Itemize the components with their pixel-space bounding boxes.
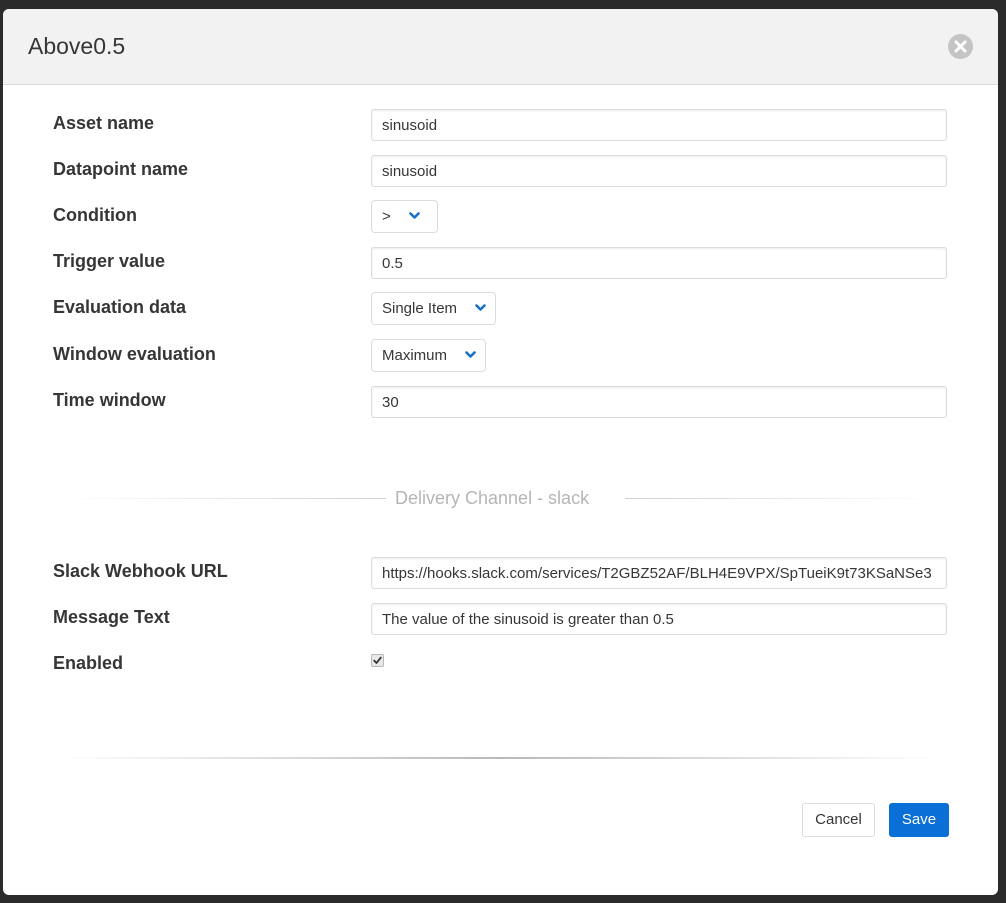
- slack-webhook-url-input[interactable]: [371, 557, 947, 589]
- modal-title: Above0.5: [28, 33, 126, 59]
- condition-label: Condition: [53, 205, 137, 225]
- chevron-down-icon: [465, 350, 476, 358]
- rule-edit-modal: Above0.5 Asset name Datapoint name Condi…: [3, 9, 998, 895]
- field-slack-webhook-url: Slack Webhook URL: [3, 557, 998, 591]
- footer-divider: [60, 757, 940, 759]
- delivery-channel-divider: Delivery Channel - slack: [63, 488, 938, 508]
- slack-webhook-url-label: Slack Webhook URL: [53, 561, 228, 581]
- evaluation-data-selected-value: Single Item: [382, 300, 458, 317]
- close-button[interactable]: [948, 34, 973, 59]
- enabled-label: Enabled: [53, 653, 124, 673]
- datapoint-name-label: Datapoint name: [53, 159, 189, 179]
- field-message-text: Message Text: [3, 603, 998, 637]
- save-button[interactable]: Save: [889, 803, 949, 837]
- trigger-value-input[interactable]: [371, 247, 947, 279]
- datapoint-name-input[interactable]: [371, 155, 947, 187]
- modal-header: Above0.5: [3, 9, 998, 85]
- field-trigger-value: Trigger value: [3, 247, 998, 281]
- chevron-down-icon: [409, 211, 420, 219]
- checkmark-icon: [373, 656, 382, 664]
- delivery-channel-title: Delivery Channel - slack: [395, 488, 590, 508]
- field-evaluation-data: Evaluation data Single Item: [3, 292, 998, 326]
- page-backdrop: [0, 0, 1006, 9]
- asset-name-label: Asset name: [53, 113, 155, 133]
- evaluation-data-select[interactable]: Single Item: [371, 292, 496, 325]
- enabled-checkbox[interactable]: [371, 654, 384, 667]
- window-evaluation-selected-value: Maximum: [382, 347, 448, 364]
- condition-select[interactable]: >: [371, 200, 438, 233]
- message-text-label: Message Text: [53, 607, 170, 627]
- field-enabled: Enabled: [3, 649, 998, 683]
- divider-line-right: [625, 498, 938, 499]
- field-condition: Condition >: [3, 200, 998, 234]
- close-icon: [954, 40, 967, 53]
- divider-line-left: [63, 498, 386, 499]
- chevron-down-icon: [475, 303, 487, 311]
- window-evaluation-label: Window evaluation: [53, 344, 216, 364]
- field-window-evaluation: Window evaluation Maximum: [3, 339, 998, 373]
- time-window-label: Time window: [53, 390, 166, 410]
- evaluation-data-label: Evaluation data: [53, 297, 187, 317]
- trigger-value-label: Trigger value: [53, 251, 166, 271]
- cancel-button[interactable]: Cancel: [802, 803, 875, 837]
- message-text-input[interactable]: [371, 603, 947, 635]
- field-datapoint-name: Datapoint name: [3, 155, 998, 189]
- field-time-window: Time window: [3, 386, 998, 420]
- field-asset-name: Asset name: [3, 109, 998, 143]
- time-window-input[interactable]: [371, 386, 947, 418]
- asset-name-input[interactable]: [371, 109, 947, 141]
- condition-selected-value: >: [382, 208, 391, 225]
- window-evaluation-select[interactable]: Maximum: [371, 339, 486, 372]
